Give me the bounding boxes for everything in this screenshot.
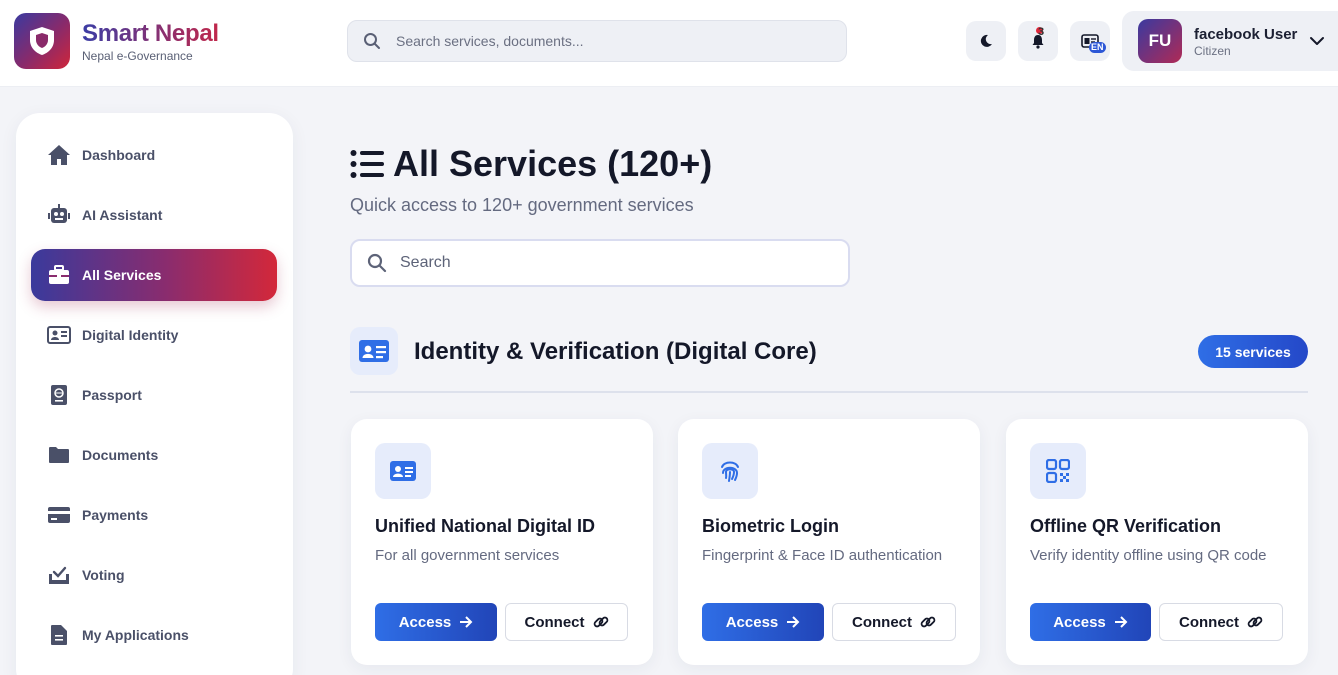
brand-title: Smart Nepal xyxy=(82,20,219,47)
sidebar-item-digital-identity[interactable]: Digital Identity xyxy=(31,309,277,361)
language-badge: EN xyxy=(1089,42,1106,53)
sidebar-item-label: AI Assistant xyxy=(82,207,163,223)
access-button[interactable]: Access xyxy=(1030,603,1151,641)
file-icon xyxy=(46,622,72,648)
service-card: Biometric Login Fingerprint & Face ID au… xyxy=(678,419,980,665)
sidebar-item-passport[interactable]: Passport xyxy=(31,369,277,421)
id-card-icon xyxy=(390,461,416,481)
card-description: Fingerprint & Face ID authentication xyxy=(702,547,943,564)
access-label: Access xyxy=(398,613,452,631)
moon-icon xyxy=(980,34,992,47)
global-search-input[interactable] xyxy=(396,21,836,61)
connect-label: Connect xyxy=(524,613,585,631)
sidebar-item-dashboard[interactable]: Dashboard xyxy=(31,129,277,181)
arrow-right-icon xyxy=(787,616,800,628)
sidebar-item-label: Payments xyxy=(82,507,149,523)
access-label: Access xyxy=(1053,613,1106,631)
card-icon xyxy=(375,443,431,499)
search-icon xyxy=(364,33,380,49)
page-subtitle: Quick access to 120+ government services xyxy=(350,195,694,215)
sidebar-item-payments[interactable]: Payments xyxy=(31,489,277,541)
connect-label: Connect xyxy=(852,613,912,631)
services-search xyxy=(350,239,850,287)
service-card: Unified National Digital ID For all gove… xyxy=(351,419,653,665)
vote-box-icon xyxy=(46,562,72,588)
sidebar-item-ai-assistant[interactable]: AI Assistant xyxy=(31,189,277,241)
sidebar: Dashboard AI Assistant All Services Digi… xyxy=(16,113,293,675)
connect-button[interactable]: Connect xyxy=(1159,603,1283,641)
home-icon xyxy=(46,142,72,168)
card-description: Verify identity offline using QR code xyxy=(1030,547,1267,564)
top-header: Smart Nepal Nepal e-Governance 3 EN FU xyxy=(0,0,1338,87)
arrow-right-icon xyxy=(460,616,473,628)
user-menu[interactable]: FU facebook User Citizen xyxy=(1122,11,1338,71)
notification-count: 3 xyxy=(1038,26,1045,38)
sidebar-item-label: Voting xyxy=(82,567,125,583)
page-title-text: All Services (120+) xyxy=(393,143,713,184)
sidebar-item-label: Dashboard xyxy=(82,147,156,163)
arrow-right-icon xyxy=(1114,616,1128,628)
global-search xyxy=(347,20,847,62)
sidebar-item-my-applications[interactable]: My Applications xyxy=(31,609,277,661)
access-button[interactable]: Access xyxy=(702,603,824,641)
qr-code-icon xyxy=(1046,459,1070,483)
folder-icon xyxy=(46,442,72,468)
shield-icon xyxy=(30,27,54,55)
card-icon xyxy=(702,443,758,499)
connect-label: Connect xyxy=(1179,613,1239,631)
sidebar-item-all-services[interactable]: All Services xyxy=(31,249,277,301)
section-icon xyxy=(350,327,398,375)
connect-button[interactable]: Connect xyxy=(832,603,956,641)
card-title: Biometric Login xyxy=(702,516,840,536)
search-icon xyxy=(367,253,387,273)
robot-icon xyxy=(46,202,72,228)
link-icon xyxy=(920,616,936,628)
chevron-down-icon xyxy=(1310,37,1324,45)
sidebar-item-label: My Applications xyxy=(82,627,189,643)
fingerprint-icon xyxy=(721,461,739,482)
avatar: FU xyxy=(1138,19,1182,63)
user-name: facebook User xyxy=(1194,26,1298,43)
brand-subtitle: Nepal e-Governance xyxy=(82,49,193,63)
logo[interactable] xyxy=(14,13,70,69)
user-role: Citizen xyxy=(1194,44,1231,58)
sidebar-item-label: Passport xyxy=(82,387,142,403)
passport-icon xyxy=(46,382,72,408)
access-button[interactable]: Access xyxy=(375,603,497,641)
card-title: Unified National Digital ID xyxy=(375,516,596,536)
sidebar-item-documents[interactable]: Documents xyxy=(31,429,277,481)
card-icon xyxy=(1030,443,1086,499)
card-title: Offline QR Verification xyxy=(1030,516,1222,536)
id-card-icon xyxy=(359,340,389,362)
theme-toggle-button[interactable] xyxy=(966,21,1006,61)
service-card: Offline QR Verification Verify identity … xyxy=(1006,419,1308,665)
id-card-icon xyxy=(46,322,72,348)
section-divider xyxy=(350,391,1308,393)
card-description: For all government services xyxy=(375,547,560,564)
credit-card-icon xyxy=(46,502,72,528)
notifications-button[interactable]: 3 xyxy=(1018,21,1058,61)
sidebar-item-label: Digital Identity xyxy=(82,327,179,343)
services-search-input[interactable] xyxy=(400,241,840,285)
sidebar-item-voting[interactable]: Voting xyxy=(31,549,277,601)
connect-button[interactable]: Connect xyxy=(505,603,628,641)
page-title: All Services (120+) xyxy=(350,143,712,185)
services-count-badge: 15 services xyxy=(1198,335,1308,368)
link-icon xyxy=(593,616,608,628)
section-title: Identity & Verification (Digital Core) xyxy=(414,338,817,365)
briefcase-icon xyxy=(46,262,72,288)
link-icon xyxy=(1247,616,1263,628)
language-button[interactable]: EN xyxy=(1070,21,1110,61)
sidebar-item-label: All Services xyxy=(82,267,162,283)
sidebar-item-label: Documents xyxy=(82,447,159,463)
access-label: Access xyxy=(725,613,779,631)
list-icon xyxy=(350,149,384,179)
